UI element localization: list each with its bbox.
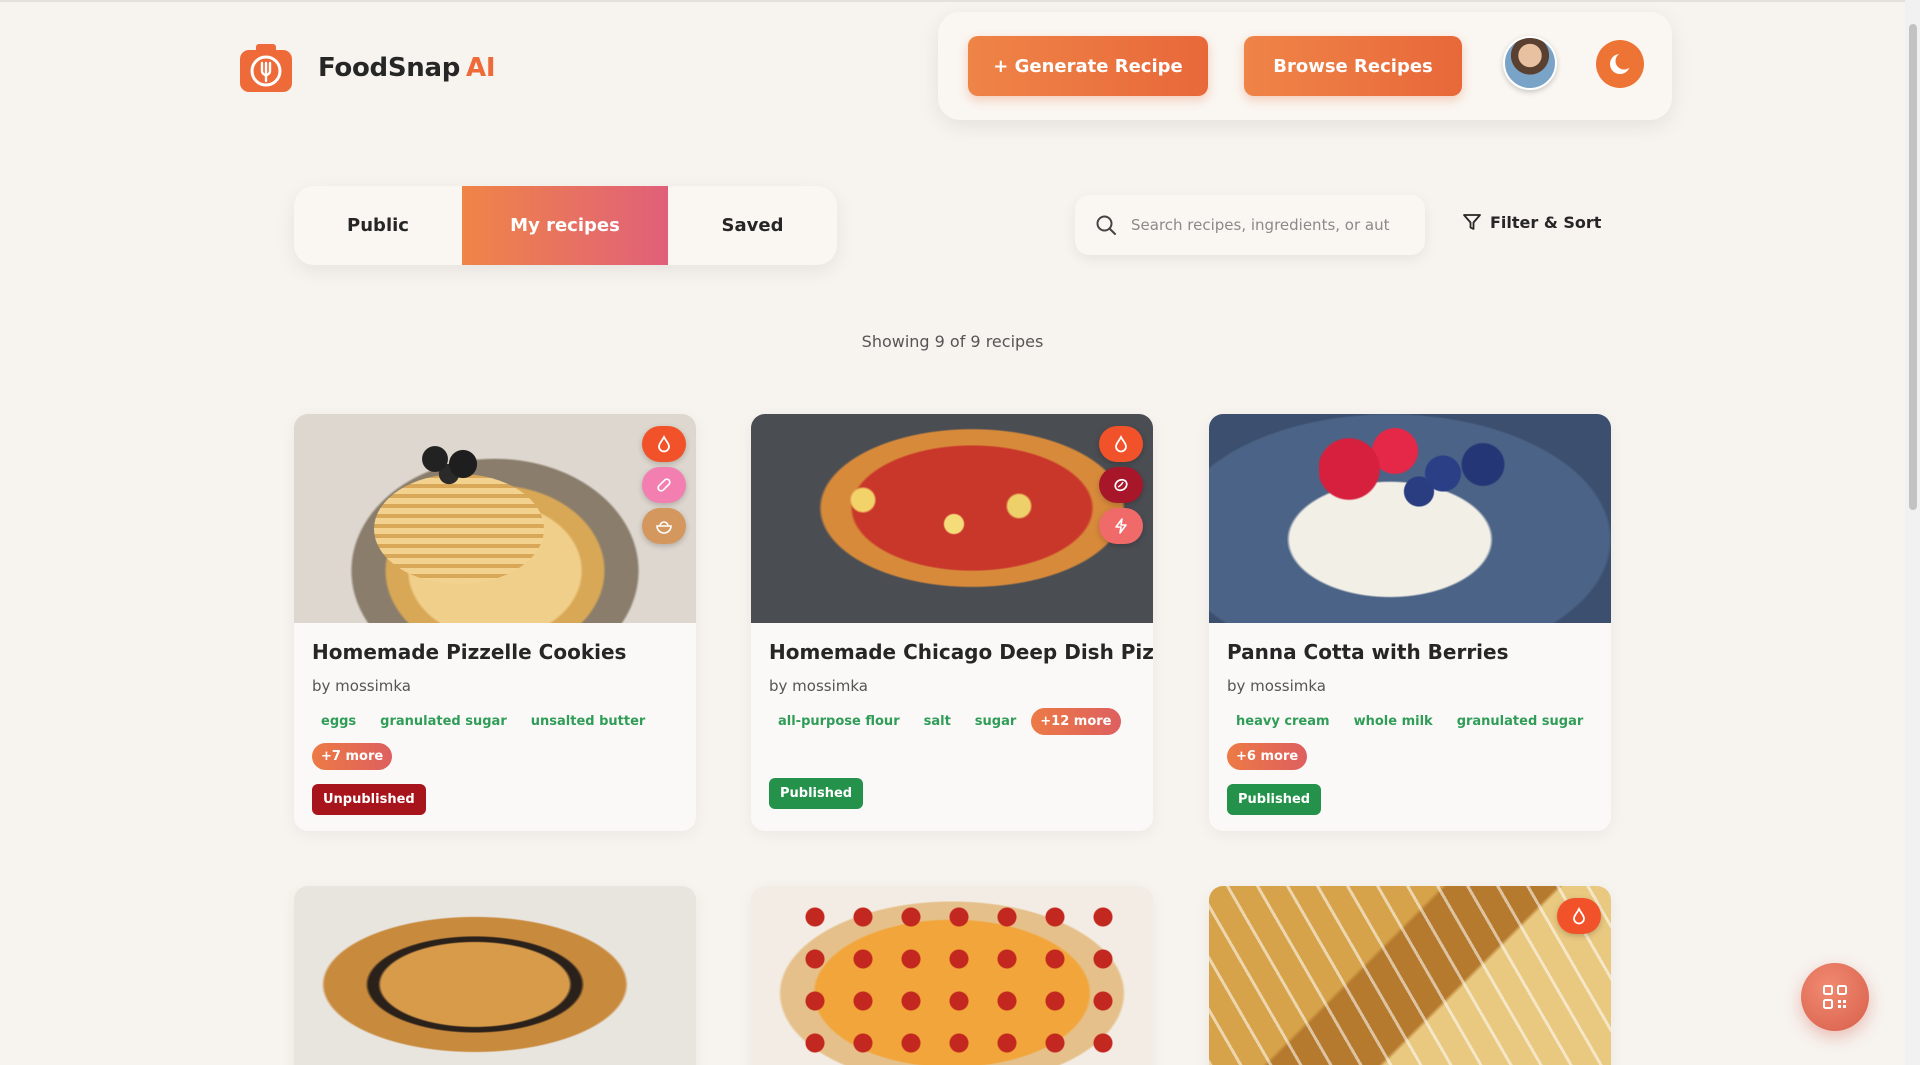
ingredient-tags: all-purpose flour salt sugar +12 more: [769, 708, 1139, 735]
top-divider: [0, 0, 1905, 2]
scrollbar-thumb[interactable]: [1909, 24, 1917, 510]
brand[interactable]: FoodSnap AI: [238, 40, 496, 96]
drop-icon: [642, 426, 686, 462]
recipe-tabs: Public My recipes Saved: [294, 186, 837, 265]
recipe-image: [294, 886, 696, 1065]
brand-name: FoodSnap AI: [318, 53, 496, 83]
results-summary: Showing 9 of 9 recipes: [861, 332, 1044, 351]
more-ingredients-badge[interactable]: +6 more: [1227, 743, 1308, 770]
tab-public[interactable]: Public: [294, 186, 462, 265]
ingredient-tag: eggs: [321, 714, 357, 729]
ingredient-tag: salt: [923, 714, 951, 729]
search-icon: [1096, 215, 1116, 235]
recipe-image: [1209, 414, 1611, 623]
search-box: [1075, 195, 1425, 255]
recipe-card[interactable]: Homemade Pizzelle Cookies by mossimka eg…: [294, 414, 696, 831]
recipe-title[interactable]: Homemade Pizzelle Cookies: [312, 640, 626, 664]
brand-name-text: FoodSnap: [318, 53, 461, 83]
seed-icon: [1099, 467, 1143, 503]
drop-icon: [1099, 426, 1143, 462]
recipe-author: by mossimka: [769, 677, 868, 695]
qr-code-button[interactable]: [1801, 963, 1869, 1031]
ingredient-tag: heavy cream: [1236, 714, 1330, 729]
tab-my-recipes[interactable]: My recipes: [462, 186, 668, 265]
recipe-author: by mossimka: [312, 677, 411, 695]
filter-sort-button[interactable]: Filter & Sort: [1462, 212, 1601, 232]
more-ingredients-badge[interactable]: +7 more: [312, 743, 393, 770]
tab-saved[interactable]: Saved: [668, 186, 837, 265]
ingredient-tag: granulated sugar: [380, 714, 507, 729]
recipe-image: [1209, 886, 1611, 1065]
recipe-author: by mossimka: [1227, 677, 1326, 695]
ingredient-tag: unsalted butter: [530, 714, 646, 729]
brand-accent-text: AI: [466, 53, 496, 83]
recipe-image: [751, 414, 1153, 623]
qr-code-icon: [1823, 985, 1847, 1009]
bowl-icon: [642, 508, 686, 544]
theme-toggle-button[interactable]: [1596, 40, 1644, 88]
filter-sort-label: Filter & Sort: [1490, 212, 1602, 232]
recipe-card[interactable]: [294, 886, 696, 1065]
camera-fork-logo-icon: [238, 40, 294, 96]
ingredient-tags: eggs granulated sugar unsalted butter +7…: [312, 708, 682, 770]
ingredient-tag: granulated sugar: [1456, 714, 1584, 729]
generate-recipe-button[interactable]: + Generate Recipe: [968, 36, 1208, 96]
recipe-card[interactable]: Homemade Chicago Deep Dish Pizza by moss…: [751, 414, 1153, 831]
recipe-title[interactable]: Panna Cotta with Berries: [1227, 640, 1509, 664]
status-badge: Unpublished: [312, 784, 426, 815]
recipe-image: [294, 414, 696, 623]
recipe-image: [751, 886, 1153, 1065]
bolt-icon: [1099, 508, 1143, 544]
search-input[interactable]: [1131, 216, 1401, 234]
ingredient-tag: sugar: [974, 714, 1017, 729]
status-badge: Published: [1227, 784, 1322, 815]
page: FoodSnap AI + Generate Recipe Browse Reci…: [0, 0, 1920, 1065]
more-ingredients-badge[interactable]: +12 more: [1031, 708, 1121, 735]
status-badge: Published: [769, 778, 864, 809]
avatar[interactable]: [1503, 36, 1557, 90]
drop-icon: [1557, 898, 1601, 934]
bandage-icon: [642, 467, 686, 503]
funnel-icon: [1463, 214, 1481, 230]
ingredient-tags: heavy cream whole milk granulated sugar …: [1227, 708, 1597, 770]
header-actions: + Generate Recipe Browse Recipes: [938, 12, 1672, 120]
ingredient-tag: whole milk: [1353, 714, 1433, 729]
recipe-card[interactable]: Panna Cotta with Berries by mossimka hea…: [1209, 414, 1611, 831]
ingredient-tag: all-purpose flour: [778, 714, 900, 729]
recipe-card[interactable]: [1209, 886, 1611, 1065]
browse-recipes-button[interactable]: Browse Recipes: [1244, 36, 1462, 96]
recipe-card[interactable]: [751, 886, 1153, 1065]
moon-icon: [1610, 52, 1633, 74]
recipe-title[interactable]: Homemade Chicago Deep Dish Pizza: [769, 640, 1153, 664]
scrollbar[interactable]: [1905, 0, 1920, 1065]
